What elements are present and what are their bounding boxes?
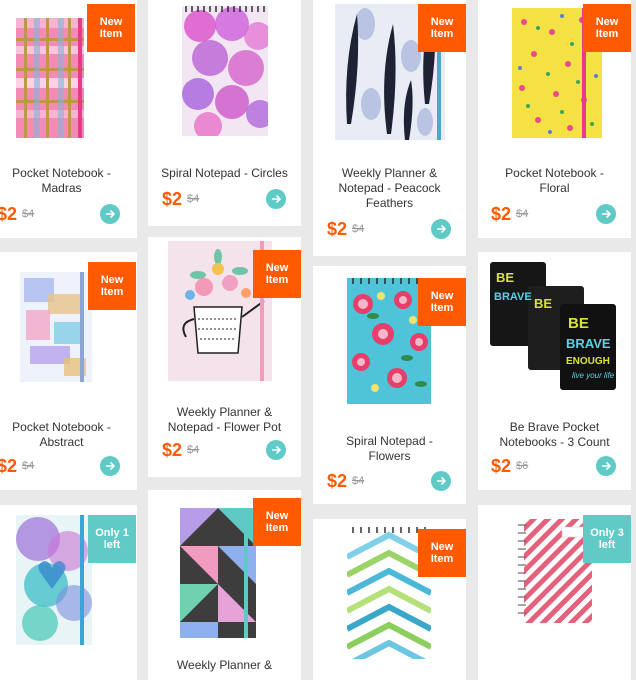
- product-card-peacock[interactable]: New Item Weekly Planner & Notepad - Peac…: [313, 0, 466, 256]
- arrow-right-icon[interactable]: [596, 204, 616, 224]
- product-card-stripe-notebook[interactable]: Only 3 left: [478, 505, 631, 680]
- product-original-price: $4: [187, 193, 200, 205]
- product-card-chevron-notepad[interactable]: New Item: [313, 519, 466, 680]
- svg-text:live your life: live your life: [572, 371, 615, 380]
- product-card-abstract[interactable]: New Item Pocket Notebook - Abstract $2 $…: [0, 252, 137, 490]
- svg-text:BRAVE: BRAVE: [494, 291, 532, 303]
- product-title[interactable]: Weekly Planner &: [154, 658, 295, 673]
- product-title[interactable]: Weekly Planner & Notepad - Flower Pot: [162, 405, 287, 435]
- product-original-price: $4: [516, 208, 529, 220]
- arrow-right-icon[interactable]: [266, 189, 286, 209]
- new-item-badge: New Item: [418, 529, 466, 577]
- arrow-right-icon[interactable]: [431, 219, 451, 239]
- new-item-badge: New Item: [418, 4, 466, 52]
- product-title[interactable]: Be Brave Pocket Notebooks - 3 Count: [498, 420, 611, 450]
- product-image-circles[interactable]: [182, 6, 268, 136]
- product-original-price: $4: [22, 208, 35, 220]
- product-price: $2: [327, 471, 348, 491]
- product-card-watercolor[interactable]: Only 1 left: [0, 505, 137, 680]
- product-original-price: $6: [516, 460, 529, 472]
- new-item-badge: New Item: [253, 250, 301, 298]
- product-price: $2: [491, 204, 512, 224]
- product-image-geometric[interactable]: [180, 508, 256, 638]
- product-image-be-brave[interactable]: BE BRAVE BE BE BRAVE ENOUGH live your li…: [486, 258, 622, 394]
- product-price: $2: [162, 189, 183, 209]
- svg-text:BE: BE: [534, 296, 552, 311]
- product-title[interactable]: Pocket Notebook - Abstract: [6, 420, 117, 450]
- product-price: $2: [327, 219, 348, 239]
- product-original-price: $4: [22, 460, 35, 472]
- new-item-badge: New Item: [583, 4, 631, 52]
- product-image-watercolor[interactable]: [16, 515, 92, 645]
- product-card-circles[interactable]: Spiral Notepad - Circles $2 $4: [148, 0, 301, 226]
- product-card-flowers[interactable]: New Item Spiral Notepad - Flowers $2 $4: [313, 266, 466, 504]
- product-title[interactable]: Spiral Notepad - Circles: [154, 166, 295, 181]
- product-original-price: $4: [352, 223, 365, 235]
- arrow-right-icon[interactable]: [266, 440, 286, 460]
- svg-text:BE: BE: [568, 315, 589, 332]
- new-item-badge: New Item: [87, 4, 135, 52]
- svg-text:ENOUGH: ENOUGH: [566, 356, 610, 367]
- product-title[interactable]: Spiral Notepad - Flowers: [341, 434, 438, 464]
- arrow-right-icon[interactable]: [431, 471, 451, 491]
- product-title[interactable]: Weekly Planner & Notepad - Peacock Feath…: [337, 166, 442, 211]
- svg-text:BE: BE: [496, 270, 514, 285]
- arrow-right-icon[interactable]: [100, 456, 120, 476]
- arrow-right-icon[interactable]: [100, 204, 120, 224]
- product-card-flower-pot[interactable]: New Item Weekly Planner & Notepad - Flow…: [148, 237, 301, 477]
- only-left-badge: Only 3 left: [583, 515, 631, 563]
- new-item-badge: New Item: [253, 498, 301, 546]
- product-price: $2: [162, 440, 183, 460]
- product-image-madras[interactable]: [16, 18, 84, 138]
- only-left-badge: Only 1 left: [88, 515, 136, 563]
- product-image-abstract[interactable]: [20, 272, 92, 382]
- arrow-right-icon[interactable]: [596, 456, 616, 476]
- product-card-madras[interactable]: New Item Pocket Notebook - Madras $2 $4: [0, 0, 137, 238]
- product-title[interactable]: Pocket Notebook - Madras: [6, 166, 117, 196]
- product-title[interactable]: Pocket Notebook - Floral: [502, 166, 607, 196]
- product-price: $2: [0, 204, 18, 224]
- product-price: $2: [491, 456, 512, 476]
- product-card-floral[interactable]: New Item Pocket Notebook - Floral $2 $4: [478, 0, 631, 238]
- svg-text:BRAVE: BRAVE: [566, 336, 611, 351]
- new-item-badge: New Item: [418, 278, 466, 326]
- new-item-badge: New Item: [88, 262, 136, 310]
- product-price: $2: [0, 456, 18, 476]
- product-card-geometric-planner[interactable]: New Item Weekly Planner &: [148, 490, 301, 680]
- product-original-price: $4: [187, 444, 200, 456]
- product-original-price: $4: [352, 475, 365, 487]
- product-card-be-brave[interactable]: BE BRAVE BE BE BRAVE ENOUGH live your li…: [478, 252, 631, 490]
